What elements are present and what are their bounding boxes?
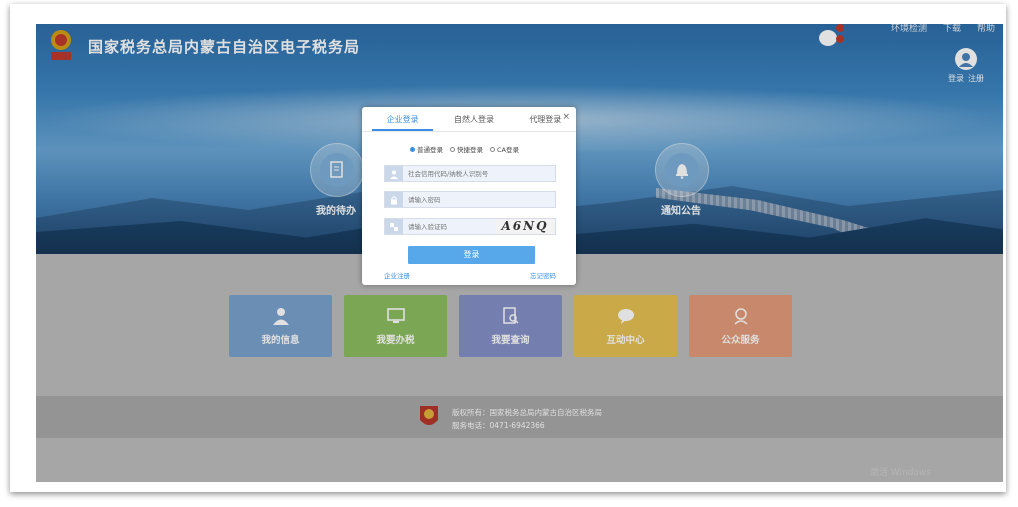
captcha-image[interactable]: A6NQ [496,219,554,234]
taxpayer-id-field [384,165,556,182]
browser-viewport: 国家税务总局内蒙古自治区电子税务局 环境检测 下载 帮助 登录 注册 我的待办 … [36,24,1003,482]
radio-quick-login[interactable]: 快捷登录 [450,144,483,154]
enterprise-register-link[interactable]: 企业注册 [384,270,410,280]
tab-individual-login[interactable]: 自然人登录 [443,107,504,131]
taxpayer-id-input[interactable] [408,169,518,178]
radio-normal-login[interactable]: 普通登录 [410,144,443,154]
radio-ca-login[interactable]: CA登录 [490,144,519,154]
captcha-icon [385,219,403,234]
tab-enterprise-login[interactable]: 企业登录 [372,107,434,131]
user-icon [385,166,403,181]
login-button[interactable]: 登录 [408,246,535,264]
password-input[interactable] [408,195,518,204]
forgot-password-link[interactable]: 忘记密码 [530,270,556,280]
login-mode-group: 普通登录 快捷登录 CA登录 [410,144,519,154]
captcha-field: A6NQ [384,218,556,235]
password-field [384,191,556,208]
window-frame: 国家税务总局内蒙古自治区电子税务局 环境检测 下载 帮助 登录 注册 我的待办 … [10,4,1006,492]
lock-icon [385,192,403,207]
login-modal: 企业登录 自然人登录 代理登录 × 普通登录 快捷登录 CA登录 社会信用代码/… [362,107,576,285]
login-tabs: 企业登录 自然人登录 代理登录 [362,107,576,132]
close-icon[interactable]: × [562,112,570,122]
